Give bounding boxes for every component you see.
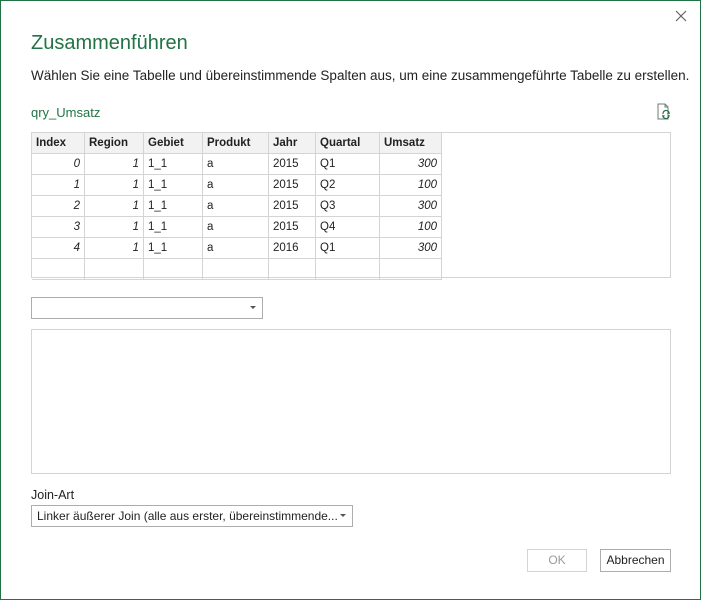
cell-umsatz: 300 — [379, 195, 442, 217]
merge-dialog: Zusammenführen Wählen Sie eine Tabelle u… — [0, 0, 701, 600]
cell-jahr: 2016 — [268, 237, 316, 259]
refresh-preview-button[interactable] — [655, 103, 673, 121]
cell-region: 1 — [84, 195, 144, 217]
preview-table: Index Region Gebiet Produkt Jahr Quartal… — [32, 133, 442, 280]
cell-jahr: 2015 — [268, 174, 316, 196]
cell-quartal: Q1 — [315, 153, 380, 175]
table-row: 3 1 1_1 a 2015 Q4 100 — [32, 216, 442, 238]
cell-umsatz: 300 — [379, 237, 442, 259]
column-header-gebiet[interactable]: Gebiet — [143, 133, 203, 154]
close-button[interactable] — [672, 7, 690, 25]
cell-jahr: 2015 — [268, 153, 316, 175]
column-header-jahr[interactable]: Jahr — [268, 133, 316, 154]
column-header-region[interactable]: Region — [84, 133, 144, 154]
cell-index: 2 — [32, 195, 85, 217]
cell-index: 0 — [32, 153, 85, 175]
cell-gebiet: 1_1 — [143, 195, 203, 217]
chevron-down-icon — [250, 306, 256, 309]
join-type-value: Linker äußerer Join (alle aus erster, üb… — [37, 509, 338, 523]
cancel-button[interactable]: Abbrechen — [600, 549, 671, 572]
refresh-document-icon — [657, 103, 670, 120]
join-type-label: Join-Art — [31, 488, 75, 502]
cell-gebiet: 1_1 — [143, 237, 203, 259]
cell-produkt: a — [202, 153, 269, 175]
dialog-subtitle: Wählen Sie eine Tabelle und übereinstimm… — [31, 68, 690, 83]
cell-produkt: a — [202, 237, 269, 259]
cell-quartal: Q4 — [315, 216, 380, 238]
column-header-umsatz[interactable]: Umsatz — [379, 133, 442, 154]
query-name: qry_Umsatz — [31, 105, 101, 120]
cell-produkt: a — [202, 216, 269, 238]
column-header-index[interactable]: Index — [32, 133, 85, 154]
cell-index: 4 — [32, 237, 85, 259]
cell-jahr: 2015 — [268, 195, 316, 217]
ok-button[interactable]: OK — [527, 549, 587, 572]
join-type-dropdown[interactable]: Linker äußerer Join (alle aus erster, üb… — [31, 505, 353, 527]
cell-umsatz: 300 — [379, 153, 442, 175]
table-row: 2 1 1_1 a 2015 Q3 300 — [32, 195, 442, 217]
table-row-empty — [32, 258, 442, 280]
second-table-preview — [31, 329, 671, 474]
cell-index: 3 — [32, 216, 85, 238]
chevron-down-icon — [340, 514, 346, 517]
cell-jahr: 2015 — [268, 216, 316, 238]
cell-region: 1 — [84, 174, 144, 196]
cell-quartal: Q3 — [315, 195, 380, 217]
table-row: 1 1 1_1 a 2015 Q2 100 — [32, 174, 442, 196]
cell-gebiet: 1_1 — [143, 153, 203, 175]
cell-umsatz: 100 — [379, 216, 442, 238]
cell-produkt: a — [202, 195, 269, 217]
second-table-dropdown[interactable] — [31, 297, 263, 319]
column-header-produkt[interactable]: Produkt — [202, 133, 269, 154]
cell-quartal: Q2 — [315, 174, 380, 196]
cell-quartal: Q1 — [315, 237, 380, 259]
table-row: 4 1 1_1 a 2016 Q1 300 — [32, 237, 442, 259]
table-row: 0 1 1_1 a 2015 Q1 300 — [32, 153, 442, 175]
cell-index: 1 — [32, 174, 85, 196]
first-table-preview: Index Region Gebiet Produkt Jahr Quartal… — [31, 132, 671, 280]
cell-umsatz: 100 — [379, 174, 442, 196]
cell-gebiet: 1_1 — [143, 216, 203, 238]
column-header-quartal[interactable]: Quartal — [315, 133, 380, 154]
cell-region: 1 — [84, 237, 144, 259]
cell-region: 1 — [84, 216, 144, 238]
cell-region: 1 — [84, 153, 144, 175]
close-icon — [675, 10, 687, 22]
cell-gebiet: 1_1 — [143, 174, 203, 196]
cell-produkt: a — [202, 174, 269, 196]
dialog-title: Zusammenführen — [31, 32, 188, 54]
